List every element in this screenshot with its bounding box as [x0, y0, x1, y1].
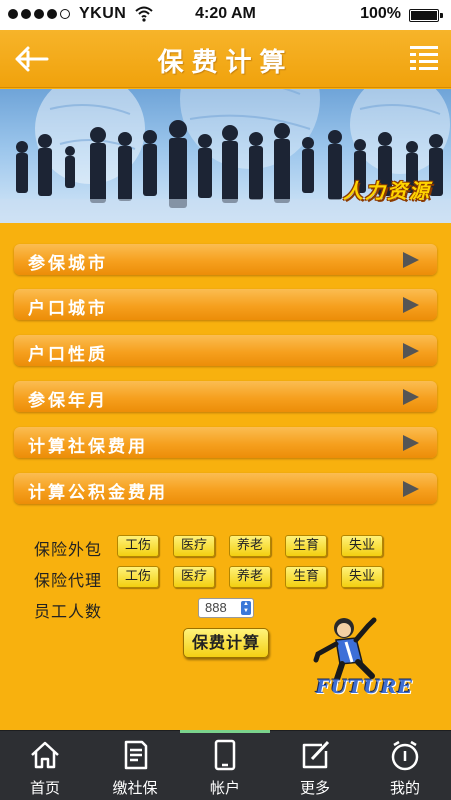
agency-maternity-checkbox[interactable]: 生育 — [285, 566, 327, 588]
employee-count-value: 888 — [205, 600, 227, 615]
outsource-injury-checkbox[interactable]: 工伤 — [117, 535, 159, 557]
tab-label: 更多 — [299, 779, 330, 797]
right-arrow-icon — [403, 435, 419, 451]
option-household-city[interactable]: 户口城市 — [14, 289, 437, 320]
insurance-outsource-label: 保险外包 — [34, 540, 103, 559]
option-label: 计算社保费用 — [28, 437, 148, 457]
option-label: 计算公积金费用 — [28, 483, 168, 503]
hr-banner-image: 人力资源 — [0, 89, 451, 223]
title-bar: 保费计算 — [0, 30, 451, 88]
right-arrow-icon — [403, 297, 419, 313]
tab-home[interactable]: 首页 — [0, 731, 90, 800]
phone-icon — [214, 739, 236, 771]
tab-label: 首页 — [29, 779, 60, 797]
tab-account[interactable]: 帐户 — [180, 730, 270, 800]
calculate-premium-button[interactable]: 保费计算 — [183, 628, 269, 658]
right-arrow-icon — [403, 343, 419, 359]
employee-count-input[interactable]: 888 ▲ ▼ — [198, 598, 254, 618]
option-housing-fund-cost[interactable]: 计算公积金费用 — [14, 473, 437, 504]
outsource-pension-checkbox[interactable]: 养老 — [229, 535, 271, 557]
clock-icon — [391, 740, 419, 771]
outsource-medical-checkbox[interactable]: 医疗 — [173, 535, 215, 557]
option-insured-month[interactable]: 参保年月 — [14, 381, 437, 412]
page-title: 保费计算 — [157, 48, 294, 78]
option-social-security-cost[interactable]: 计算社保费用 — [14, 427, 437, 458]
banner-caption: 人力资源 — [343, 179, 431, 203]
tab-label: 缴社保 — [112, 779, 158, 797]
document-icon — [124, 740, 148, 770]
status-bar: YKUN 4:20 AM 100% — [0, 0, 451, 30]
option-label: 户口城市 — [28, 299, 108, 319]
tab-more[interactable]: 更多 — [270, 731, 360, 800]
option-label: 户口性质 — [28, 345, 108, 365]
bottom-tab-bar: 首页 缴社保 帐户 更多 我的 — [0, 730, 451, 800]
list-menu-icon — [410, 46, 438, 70]
agency-pension-checkbox[interactable]: 养老 — [229, 566, 271, 588]
right-arrow-icon — [403, 481, 419, 497]
agency-unemployment-checkbox[interactable]: 失业 — [341, 566, 383, 588]
future-mascot-logo: FUTURE — [306, 610, 412, 705]
tab-label: 我的 — [389, 779, 420, 797]
outsource-maternity-checkbox[interactable]: 生育 — [285, 535, 327, 557]
option-insured-city[interactable]: 参保城市 — [14, 244, 437, 275]
menu-button[interactable] — [409, 43, 439, 73]
mascot-caption: FUTURE — [316, 676, 414, 698]
tab-mine[interactable]: 我的 — [360, 731, 450, 800]
tab-pay-social-security[interactable]: 缴社保 — [90, 731, 180, 800]
stepper-icon[interactable]: ▲ ▼ — [241, 601, 251, 615]
agency-injury-checkbox[interactable]: 工伤 — [117, 566, 159, 588]
right-arrow-icon — [403, 389, 419, 405]
battery-percentage: 100% — [360, 5, 401, 22]
outsource-unemployment-checkbox[interactable]: 失业 — [341, 535, 383, 557]
agency-medical-checkbox[interactable]: 医疗 — [173, 566, 215, 588]
right-arrow-icon — [403, 252, 419, 268]
edit-icon — [302, 740, 330, 769]
tab-label: 帐户 — [209, 779, 240, 797]
employee-count-label: 员工人数 — [34, 602, 103, 621]
home-icon — [31, 741, 59, 769]
option-household-type[interactable]: 户口性质 — [14, 335, 437, 366]
option-label: 参保年月 — [28, 391, 108, 411]
battery-icon — [409, 9, 443, 22]
insurance-agency-label: 保险代理 — [34, 571, 103, 590]
option-label: 参保城市 — [28, 254, 108, 274]
